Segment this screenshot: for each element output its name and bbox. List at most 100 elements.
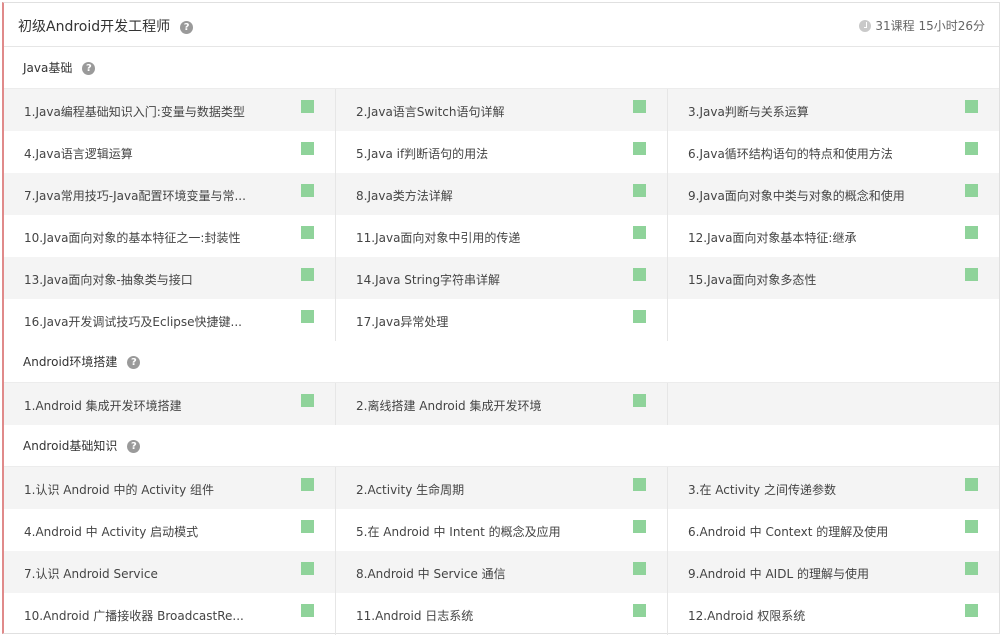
lesson-title[interactable]: 10.Java面向对象的基本特征之一:封装性 — [24, 229, 240, 246]
lesson-item[interactable]: 5.在 Android 中 Intent 的概念及应用 — [336, 509, 668, 551]
lesson-item[interactable]: 1.认识 Android 中的 Activity 组件 — [4, 467, 336, 509]
lesson-title[interactable]: 11.Java面向对象中引用的传递 — [356, 229, 520, 246]
lesson-item[interactable]: 1.Android 集成开发环境搭建 — [4, 383, 336, 425]
lesson-status-icon — [965, 562, 978, 575]
lesson-item[interactable]: 12.Java面向对象基本特征:继承 — [668, 215, 999, 257]
lesson-status-icon — [301, 604, 314, 617]
lesson-status-icon — [633, 100, 646, 113]
lesson-title[interactable]: 3.Java判断与关系运算 — [688, 103, 809, 120]
lesson-title[interactable]: 7.认识 Android Service — [24, 565, 158, 582]
lesson-item[interactable]: 13.Java面向对象-抽象类与接口 — [4, 257, 336, 299]
lesson-title[interactable]: 12.Java面向对象基本特征:继承 — [688, 229, 856, 246]
lesson-status-icon — [633, 394, 646, 407]
lesson-item[interactable]: 7.认识 Android Service — [4, 551, 336, 593]
lesson-item[interactable]: 8.Java类方法详解 — [336, 173, 668, 215]
section-title-text: Android基础知识 — [23, 439, 118, 453]
lesson-item[interactable]: 15.Java面向对象多态性 — [668, 257, 999, 299]
lesson-title[interactable]: 6.Java循环结构语句的特点和使用方法 — [688, 145, 893, 162]
lesson-status-icon — [633, 604, 646, 617]
lesson-item[interactable]: 10.Android 广播接收器 BroadcastRe... — [4, 593, 336, 635]
lesson-status-icon — [301, 100, 314, 113]
lesson-title[interactable]: 4.Java语言逻辑运算 — [24, 145, 133, 162]
lesson-title[interactable]: 10.Android 广播接收器 BroadcastRe... — [24, 607, 244, 624]
lesson-status-icon — [965, 604, 978, 617]
lesson-item[interactable]: 12.Android 权限系统 — [668, 593, 999, 635]
lesson-item[interactable]: 2.Java语言Switch语句详解 — [336, 89, 668, 131]
lesson-title[interactable]: 17.Java异常处理 — [356, 313, 448, 330]
lesson-item[interactable]: 5.Java if判断语句的用法 — [336, 131, 668, 173]
lesson-status-icon — [301, 394, 314, 407]
lesson-title[interactable]: 9.Java面向对象中类与对象的概念和使用 — [688, 187, 905, 204]
help-icon[interactable]: ? — [82, 62, 96, 75]
lesson-item[interactable]: 2.离线搭建 Android 集成开发环境 — [336, 383, 668, 425]
empty-cell — [668, 299, 999, 341]
lesson-status-icon — [633, 478, 646, 491]
section-title-text: Java基础 — [23, 61, 73, 75]
lesson-item[interactable]: 4.Android 中 Activity 启动模式 — [4, 509, 336, 551]
section-title-text: Android环境搭建 — [23, 355, 118, 369]
lesson-status-icon — [965, 268, 978, 281]
lesson-status-icon — [301, 142, 314, 155]
lesson-title[interactable]: 2.离线搭建 Android 集成开发环境 — [356, 397, 541, 414]
lesson-title[interactable]: 16.Java开发调试技巧及Eclipse快捷键... — [24, 313, 242, 330]
lesson-title[interactable]: 6.Android 中 Context 的理解及使用 — [688, 523, 888, 540]
lesson-item[interactable]: 10.Java面向对象的基本特征之一:封装性 — [4, 215, 336, 257]
lesson-title[interactable]: 4.Android 中 Activity 启动模式 — [24, 523, 198, 540]
lesson-item[interactable]: 6.Java循环结构语句的特点和使用方法 — [668, 131, 999, 173]
lesson-item[interactable]: 3.在 Activity 之间传递参数 — [668, 467, 999, 509]
lesson-title[interactable]: 8.Java类方法详解 — [356, 187, 453, 204]
lesson-status-icon — [965, 226, 978, 239]
lesson-title[interactable]: 5.Java if判断语句的用法 — [356, 145, 488, 162]
lesson-row: 7.Java常用技巧-Java配置环境变量与常... 8.Java类方法详解 9.J… — [4, 173, 999, 215]
lesson-status-icon — [301, 184, 314, 197]
lesson-title[interactable]: 1.Android 集成开发环境搭建 — [24, 397, 182, 414]
lesson-item[interactable]: 3.Java判断与关系运算 — [668, 89, 999, 131]
lesson-title[interactable]: 5.在 Android 中 Intent 的概念及应用 — [356, 523, 561, 540]
lesson-status-icon — [301, 226, 314, 239]
lesson-item[interactable]: 9.Android 中 AIDL 的理解与使用 — [668, 551, 999, 593]
lesson-status-icon — [965, 184, 978, 197]
lesson-title[interactable]: 7.Java常用技巧-Java配置环境变量与常... — [24, 187, 246, 204]
lesson-item[interactable]: 4.Java语言逻辑运算 — [4, 131, 336, 173]
lesson-item[interactable]: 7.Java常用技巧-Java配置环境变量与常... — [4, 173, 336, 215]
lesson-status-icon — [633, 520, 646, 533]
lesson-status-icon — [633, 142, 646, 155]
lesson-title[interactable]: 1.Java编程基础知识入门:变量与数据类型 — [24, 103, 245, 120]
lesson-item[interactable]: 17.Java异常处理 — [336, 299, 668, 341]
help-icon[interactable]: ? — [127, 440, 141, 453]
course-title-text: 初级Android开发工程师 — [18, 19, 171, 35]
lesson-status-icon — [301, 268, 314, 281]
lesson-item[interactable]: 9.Java面向对象中类与对象的概念和使用 — [668, 173, 999, 215]
lesson-row: 16.Java开发调试技巧及Eclipse快捷键... 17.Java异常处理 — [4, 299, 999, 341]
lesson-item[interactable]: 2.Activity 生命周期 — [336, 467, 668, 509]
help-icon[interactable]: ? — [180, 20, 194, 34]
lesson-title[interactable]: 14.Java String字符串详解 — [356, 271, 500, 288]
lesson-row: 1.Java编程基础知识入门:变量与数据类型 2.Java语言Switch语句详解… — [4, 89, 999, 131]
lesson-item[interactable]: 11.Java面向对象中引用的传递 — [336, 215, 668, 257]
empty-cell — [668, 383, 999, 425]
lesson-item[interactable]: 16.Java开发调试技巧及Eclipse快捷键... — [4, 299, 336, 341]
lesson-status-icon — [301, 520, 314, 533]
lesson-status-icon — [965, 478, 978, 491]
lesson-title[interactable]: 15.Java面向对象多态性 — [688, 271, 816, 288]
lesson-title[interactable]: 9.Android 中 AIDL 的理解与使用 — [688, 565, 869, 582]
lesson-title[interactable]: 11.Android 日志系统 — [356, 607, 473, 624]
lesson-item[interactable]: 11.Android 日志系统 — [336, 593, 668, 635]
lesson-item[interactable]: 1.Java编程基础知识入门:变量与数据类型 — [4, 89, 336, 131]
lesson-row: 10.Android 广播接收器 BroadcastRe... 11.Androi… — [4, 593, 999, 635]
clock-icon — [859, 19, 872, 32]
course-header: 初级Android开发工程师? 31课程 15小时26分 — [4, 3, 999, 47]
lesson-item[interactable]: 14.Java String字符串详解 — [336, 257, 668, 299]
lesson-title[interactable]: 3.在 Activity 之间传递参数 — [688, 481, 836, 498]
lesson-title[interactable]: 13.Java面向对象-抽象类与接口 — [24, 271, 193, 288]
lesson-title[interactable]: 12.Android 权限系统 — [688, 607, 805, 624]
lesson-row: 4.Android 中 Activity 启动模式 5.在 Android 中 I… — [4, 509, 999, 551]
lesson-title[interactable]: 2.Java语言Switch语句详解 — [356, 103, 504, 120]
course-meta: 31课程 15小时26分 — [859, 17, 985, 34]
lesson-title[interactable]: 2.Activity 生命周期 — [356, 481, 464, 498]
lesson-title[interactable]: 8.Android 中 Service 通信 — [356, 565, 506, 582]
lesson-title[interactable]: 1.认识 Android 中的 Activity 组件 — [24, 481, 214, 498]
help-icon[interactable]: ? — [127, 356, 141, 369]
lesson-item[interactable]: 6.Android 中 Context 的理解及使用 — [668, 509, 999, 551]
lesson-item[interactable]: 8.Android 中 Service 通信 — [336, 551, 668, 593]
